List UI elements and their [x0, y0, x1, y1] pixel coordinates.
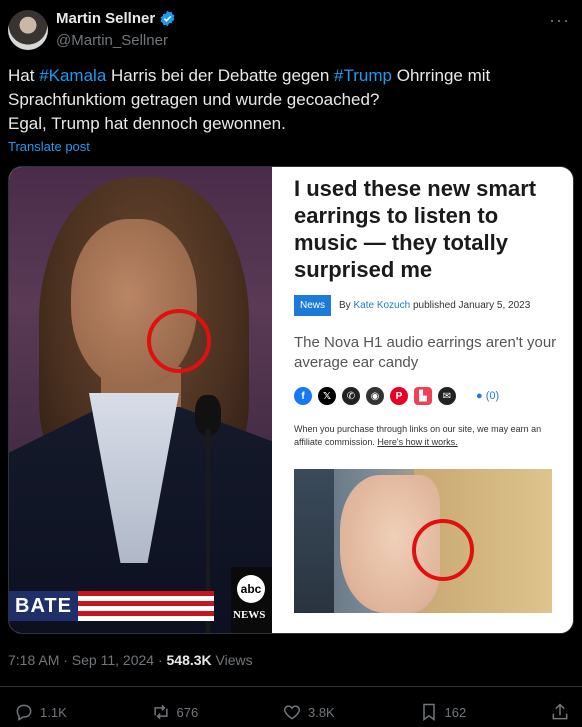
abc-news-logo: abc NEWS — [231, 567, 272, 633]
abc-news-text: NEWS — [233, 609, 266, 621]
comment-count: ● (0) — [476, 390, 499, 402]
reply-count: 1.1K — [40, 704, 67, 720]
article-byline: News By Kate Kozuch published January 5,… — [294, 295, 530, 316]
photo-background — [294, 469, 334, 613]
comment-count-value: (0) — [485, 390, 500, 402]
tweet-text: Hat #Kamala Harris bei der Debatte gegen… — [8, 64, 568, 136]
earring-highlight-circle — [412, 519, 474, 581]
reply-button[interactable]: 1.1K — [14, 702, 67, 722]
earring-highlight-circle — [147, 309, 211, 373]
article-photo — [294, 469, 552, 613]
bookmark-icon — [422, 703, 435, 721]
hashtag-trump[interactable]: #Trump — [334, 66, 392, 85]
whatsapp-icon: ✆ — [342, 387, 360, 405]
author-row: Martin Sellner — [56, 10, 176, 27]
debate-banner-label: BATE — [9, 591, 78, 621]
author-handle[interactable]: @Martin_Sellner — [56, 32, 168, 49]
x-icon: 𝕏 — [318, 387, 336, 405]
comment-bubble-icon: ● — [476, 390, 483, 402]
share-icon — [552, 703, 568, 720]
hashtag-kamala[interactable]: #Kamala — [39, 66, 106, 85]
pinterest-icon: P — [390, 387, 408, 405]
tweet-text-segment: Harris bei der Debatte gegen — [106, 66, 335, 85]
tweet-text-segment: Hat — [8, 66, 40, 85]
abc-logo-mark: abc — [237, 575, 265, 603]
byline-date: published January 5, 2023 — [412, 300, 531, 311]
affiliate-disclaimer: When you purchase through links on our s… — [294, 423, 554, 449]
share-icons-row: f 𝕏 ✆ ◉ P ▙ ✉ ● (0) — [294, 387, 499, 405]
more-options-icon[interactable]: ··· — [549, 10, 570, 31]
repost-icon — [153, 704, 168, 720]
article-headline: I used these new smart earrings to liste… — [294, 176, 537, 282]
tweet-header: Martin Sellner @Martin_Sellner ··· — [8, 8, 574, 52]
repost-button[interactable]: 676 — [151, 702, 199, 722]
debate-photo: BATE abc NEWS — [9, 167, 272, 633]
share-button[interactable] — [550, 702, 570, 722]
byline-author: Kate Kozuch — [353, 300, 411, 311]
tweet-media-image[interactable]: BATE abc NEWS I used these new smart ear… — [8, 166, 574, 634]
repost-count: 676 — [176, 704, 199, 720]
avatar[interactable] — [8, 10, 48, 50]
divider — [0, 686, 582, 687]
bookmark-button[interactable]: 162 — [419, 702, 467, 722]
timestamp[interactable]: 7:18 AM · Sep 11, 2024 · — [8, 652, 167, 668]
action-bar: 1.1K 676 3.8K 162 — [14, 699, 570, 725]
email-icon: ✉ — [438, 387, 456, 405]
views-count: 548.3K — [166, 652, 212, 668]
byline-prefix: By — [339, 300, 351, 311]
tweet-text-line2: Egal, Trump hat dennoch gewonnen. — [8, 114, 286, 133]
disclaimer-link: Here's how it works. — [377, 437, 458, 447]
verified-badge-icon — [160, 10, 175, 27]
reddit-icon: ◉ — [366, 387, 384, 405]
tweet-meta: 7:18 AM · Sep 11, 2024 · 548.3K Views — [8, 652, 253, 668]
article-screenshot: I used these new smart earrings to liste… — [272, 167, 573, 633]
author-name[interactable]: Martin Sellner — [56, 10, 155, 27]
flipboard-icon: ▙ — [414, 387, 432, 405]
article-subhead: The Nova H1 audio earrings aren't your a… — [294, 334, 557, 371]
news-tag: News — [294, 295, 332, 316]
bookmark-count: 162 — [444, 704, 467, 720]
translate-post-link[interactable]: Translate post — [8, 139, 90, 154]
like-count: 3.8K — [307, 704, 335, 720]
reply-icon — [16, 704, 32, 721]
heart-icon — [283, 705, 300, 720]
views-label: Views — [211, 652, 253, 668]
facebook-icon: f — [294, 387, 312, 405]
like-button[interactable]: 3.8K — [282, 702, 335, 722]
